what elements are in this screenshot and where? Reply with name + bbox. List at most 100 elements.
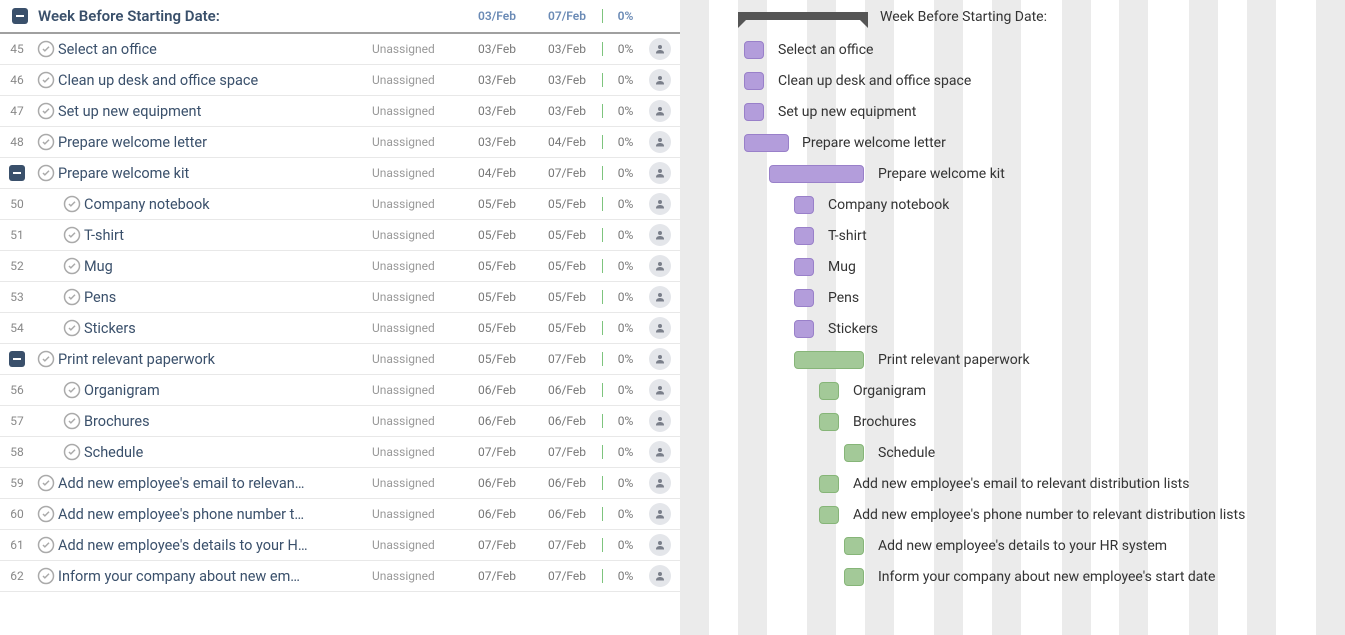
assignee-avatar-icon[interactable] xyxy=(649,379,671,401)
task-row[interactable]: 58ScheduleUnassigned07/Feb07/Feb0% xyxy=(0,437,680,468)
task-assignee[interactable]: Unassigned xyxy=(372,569,462,583)
task-start-date[interactable]: 03/Feb xyxy=(462,73,532,87)
task-name[interactable]: Stickers xyxy=(84,320,372,337)
task-start-date[interactable]: 04/Feb xyxy=(462,166,532,180)
task-assignee[interactable]: Unassigned xyxy=(372,476,462,490)
gantt-bar[interactable] xyxy=(844,537,864,555)
status-check-icon[interactable] xyxy=(34,567,58,585)
status-check-icon[interactable] xyxy=(60,195,84,213)
status-check-icon[interactable] xyxy=(34,536,58,554)
assignee-avatar-icon[interactable] xyxy=(649,565,671,587)
task-assignee[interactable]: Unassigned xyxy=(372,290,462,304)
task-start-date[interactable]: 06/Feb xyxy=(462,383,532,397)
status-check-icon[interactable] xyxy=(60,443,84,461)
assignee-avatar-icon[interactable] xyxy=(649,317,671,339)
task-row[interactable]: 51T-shirtUnassigned05/Feb05/Feb0% xyxy=(0,220,680,251)
status-check-icon[interactable] xyxy=(60,412,84,430)
task-start-date[interactable]: 05/Feb xyxy=(462,290,532,304)
assignee-avatar-icon[interactable] xyxy=(649,286,671,308)
task-start-date[interactable]: 05/Feb xyxy=(462,321,532,335)
task-row[interactable]: 53PensUnassigned05/Feb05/Feb0% xyxy=(0,282,680,313)
task-row[interactable]: 62Inform your company about new em…Unass… xyxy=(0,561,680,592)
task-end-date[interactable]: 03/Feb xyxy=(532,104,602,118)
assignee-avatar-icon[interactable] xyxy=(649,255,671,277)
task-end-date[interactable]: 03/Feb xyxy=(532,73,602,87)
status-check-icon[interactable] xyxy=(60,381,84,399)
assignee-avatar-icon[interactable] xyxy=(649,503,671,525)
status-check-icon[interactable] xyxy=(34,102,58,120)
task-row[interactable]: Print relevant paperworkUnassigned05/Feb… xyxy=(0,344,680,375)
task-start-date[interactable]: 03/Feb xyxy=(462,104,532,118)
task-start-date[interactable]: 05/Feb xyxy=(462,228,532,242)
gantt-bar[interactable] xyxy=(794,258,814,276)
gantt-bar[interactable] xyxy=(819,382,839,400)
task-start-date[interactable]: 03/Feb xyxy=(462,135,532,149)
task-end-date[interactable]: 05/Feb xyxy=(532,259,602,273)
task-end-date[interactable]: 06/Feb xyxy=(532,507,602,521)
task-assignee[interactable]: Unassigned xyxy=(372,259,462,273)
task-name[interactable]: Brochures xyxy=(84,413,372,430)
task-start-date[interactable]: 03/Feb xyxy=(462,42,532,56)
task-assignee[interactable]: Unassigned xyxy=(372,352,462,366)
task-name[interactable]: Print relevant paperwork xyxy=(58,351,372,368)
assignee-avatar-icon[interactable] xyxy=(649,193,671,215)
task-assignee[interactable]: Unassigned xyxy=(372,135,462,149)
task-row[interactable]: 52MugUnassigned05/Feb05/Feb0% xyxy=(0,251,680,282)
gantt-bar[interactable] xyxy=(744,134,789,152)
task-start-date[interactable]: 05/Feb xyxy=(462,352,532,366)
task-name[interactable]: Add new employee's phone number t… xyxy=(58,506,372,523)
task-name[interactable]: Schedule xyxy=(84,444,372,461)
assignee-avatar-icon[interactable] xyxy=(649,100,671,122)
gantt-bar[interactable] xyxy=(819,475,839,493)
task-name[interactable]: Add new employee's details to your H… xyxy=(58,537,372,554)
task-start-date[interactable]: 07/Feb xyxy=(462,569,532,583)
status-check-icon[interactable] xyxy=(34,474,58,492)
assignee-avatar-icon[interactable] xyxy=(649,38,671,60)
task-percent[interactable]: 0% xyxy=(602,352,644,366)
task-end-date[interactable]: 05/Feb xyxy=(532,228,602,242)
task-end-date[interactable]: 07/Feb xyxy=(532,569,602,583)
task-end-date[interactable]: 04/Feb xyxy=(532,135,602,149)
assignee-avatar-icon[interactable] xyxy=(649,410,671,432)
task-assignee[interactable]: Unassigned xyxy=(372,507,462,521)
task-percent[interactable]: 0% xyxy=(602,197,644,211)
task-percent[interactable]: 0% xyxy=(602,42,644,56)
task-start-date[interactable]: 07/Feb xyxy=(462,445,532,459)
task-end-date[interactable]: 07/Feb xyxy=(532,538,602,552)
task-assignee[interactable]: Unassigned xyxy=(372,166,462,180)
task-row[interactable]: Prepare welcome kitUnassigned04/Feb07/Fe… xyxy=(0,158,680,189)
task-percent[interactable]: 0% xyxy=(602,507,644,521)
status-check-icon[interactable] xyxy=(60,288,84,306)
task-name[interactable]: Prepare welcome letter xyxy=(58,134,372,151)
task-name[interactable]: Select an office xyxy=(58,41,372,58)
task-percent[interactable]: 0% xyxy=(602,135,644,149)
task-name[interactable]: Company notebook xyxy=(84,196,372,213)
assignee-avatar-icon[interactable] xyxy=(649,131,671,153)
gantt-bar[interactable] xyxy=(794,320,814,338)
status-check-icon[interactable] xyxy=(60,319,84,337)
task-row[interactable]: 61Add new employee's details to your H…U… xyxy=(0,530,680,561)
task-row[interactable]: 45Select an officeUnassigned03/Feb03/Feb… xyxy=(0,34,680,65)
task-assignee[interactable]: Unassigned xyxy=(372,445,462,459)
task-start-date[interactable]: 06/Feb xyxy=(462,476,532,490)
gantt-bar[interactable] xyxy=(819,413,839,431)
task-row[interactable]: 46Clean up desk and office spaceUnassign… xyxy=(0,65,680,96)
task-start-date[interactable]: 06/Feb xyxy=(462,507,532,521)
status-check-icon[interactable] xyxy=(34,133,58,151)
task-name[interactable]: Clean up desk and office space xyxy=(58,72,372,89)
task-assignee[interactable]: Unassigned xyxy=(372,73,462,87)
gantt-bar[interactable] xyxy=(794,196,814,214)
status-check-icon[interactable] xyxy=(34,40,58,58)
task-end-date[interactable]: 05/Feb xyxy=(532,321,602,335)
task-name[interactable]: Prepare welcome kit xyxy=(58,165,372,182)
assignee-avatar-icon[interactable] xyxy=(649,472,671,494)
status-check-icon[interactable] xyxy=(60,257,84,275)
gantt-bar[interactable] xyxy=(744,72,764,90)
task-percent[interactable]: 0% xyxy=(602,569,644,583)
task-percent[interactable]: 0% xyxy=(602,383,644,397)
task-end-date[interactable]: 06/Feb xyxy=(532,414,602,428)
collapse-icon[interactable] xyxy=(9,351,25,367)
task-end-date[interactable]: 06/Feb xyxy=(532,476,602,490)
task-assignee[interactable]: Unassigned xyxy=(372,228,462,242)
task-start-date[interactable]: 05/Feb xyxy=(462,197,532,211)
